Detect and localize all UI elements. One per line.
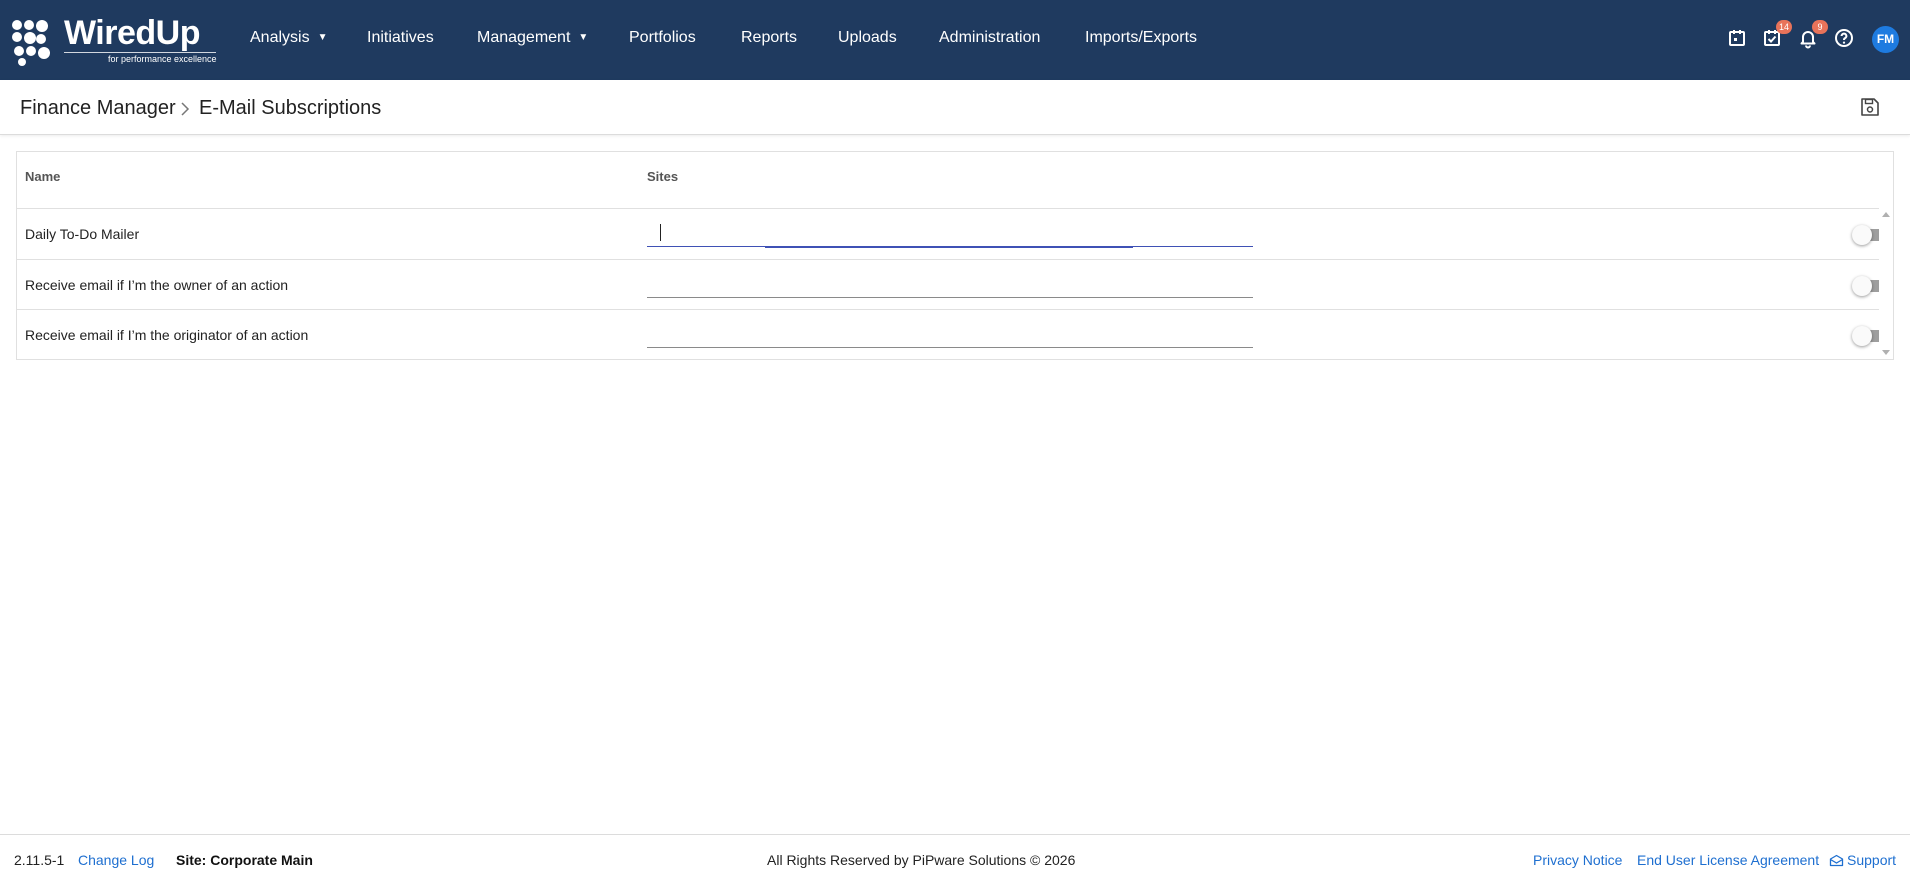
site-label: Site: Corporate Main <box>176 852 313 868</box>
table-row: Daily To-Do Mailer <box>17 208 1888 259</box>
sites-input[interactable] <box>647 270 1253 298</box>
help-icon[interactable] <box>1832 26 1856 50</box>
nav-uploads[interactable]: Uploads <box>838 29 897 47</box>
nav-label: Imports/Exports <box>1085 29 1198 46</box>
nav-administration[interactable]: Administration <box>939 29 1040 47</box>
text-cursor <box>660 224 661 241</box>
logo-underline <box>64 52 216 53</box>
support-label: Support <box>1847 852 1897 868</box>
sites-input[interactable] <box>647 320 1253 348</box>
scroll-up-arrow-icon[interactable] <box>1882 212 1890 217</box>
nav-label: Uploads <box>838 29 897 46</box>
dropdown-caret-icon: ▼ <box>317 32 328 43</box>
change-log-link[interactable]: Change Log <box>78 852 154 868</box>
column-header-sites[interactable]: Sites <box>647 169 678 184</box>
calendar-icon[interactable] <box>1725 26 1749 50</box>
nav-label: Portfolios <box>629 29 696 46</box>
subscription-name: Receive email if I’m the owner of an act… <box>25 277 289 293</box>
scroll-down-arrow-icon[interactable] <box>1882 350 1890 355</box>
nav-label: Management <box>477 29 571 46</box>
wiredup-logo[interactable]: WiredUp for performance excellence <box>12 14 222 66</box>
table-row: Receive email if I’m the originator of a… <box>17 309 1888 360</box>
nav-label: Reports <box>741 29 798 46</box>
table-scrollbar[interactable] <box>1879 208 1893 359</box>
nav-initiatives[interactable]: Initiatives <box>367 29 434 47</box>
nav-reports[interactable]: Reports <box>741 29 797 47</box>
privacy-notice-link[interactable]: Privacy Notice <box>1533 852 1622 868</box>
task-check-icon[interactable]: 14 <box>1760 20 1792 50</box>
dropdown-caret-icon: ▼ <box>578 32 589 43</box>
page-header: Finance Manager E-Mail Subscriptions <box>0 80 1910 135</box>
support-link[interactable]: Support <box>1829 852 1896 868</box>
nav-label: Administration <box>939 29 1041 46</box>
notifications-count-badge: 9 <box>1812 20 1828 34</box>
top-navbar: WiredUp for performance excellence Analy… <box>0 0 1910 80</box>
footer: 2.11.5-1 Change Log Site: Corporate Main… <box>0 834 1910 885</box>
page-title: E-Mail Subscriptions <box>199 97 382 119</box>
nav-label: Initiatives <box>367 29 434 46</box>
bell-icon[interactable]: 9 <box>1796 20 1828 50</box>
chevron-right-icon <box>181 102 190 116</box>
subscription-name: Daily To-Do Mailer <box>25 226 140 242</box>
logo-tagline: for performance excellence <box>108 54 217 64</box>
eula-link[interactable]: End User License Agreement <box>1637 852 1819 868</box>
nav-portfolios[interactable]: Portfolios <box>629 29 696 47</box>
nav-management[interactable]: Management ▼ <box>477 29 588 47</box>
logo-dots-icon <box>12 20 58 66</box>
user-avatar[interactable]: FM <box>1872 26 1899 53</box>
subscriptions-table: Name Sites Daily To-Do Mailer Receive em… <box>16 151 1894 360</box>
tasks-count-badge: 14 <box>1775 20 1792 34</box>
logo-wordmark: WiredUp <box>64 14 200 52</box>
column-header-name[interactable]: Name <box>25 169 60 184</box>
copyright-text: All Rights Reserved by PiPware Solutions… <box>767 852 1076 868</box>
sites-input[interactable] <box>647 219 1253 247</box>
nav-label: Analysis <box>250 29 310 46</box>
support-mail-icon <box>1829 854 1844 867</box>
nav-imports-exports[interactable]: Imports/Exports <box>1085 29 1197 47</box>
table-row: Receive email if I’m the owner of an act… <box>17 259 1888 310</box>
subscription-name: Receive email if I’m the originator of a… <box>25 327 309 343</box>
version-label: 2.11.5-1 <box>14 852 65 868</box>
breadcrumb-parent[interactable]: Finance Manager <box>20 97 176 120</box>
nav-analysis[interactable]: Analysis ▼ <box>250 29 327 47</box>
input-focus-underline <box>765 246 1133 248</box>
save-icon[interactable] <box>1859 96 1881 118</box>
